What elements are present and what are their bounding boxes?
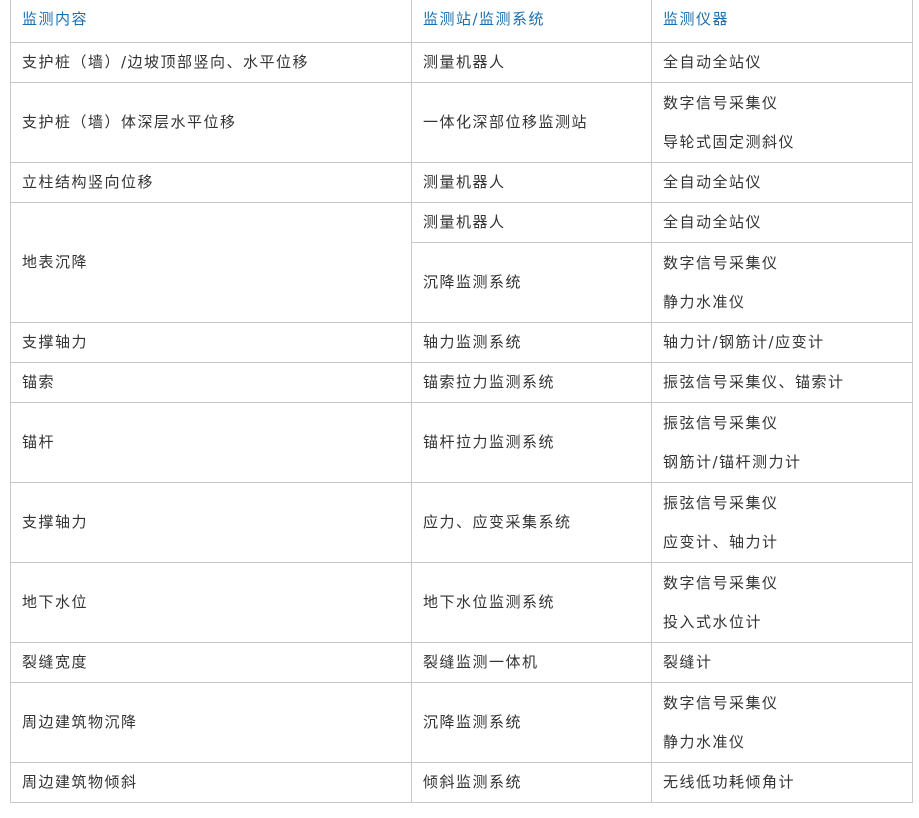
instrument-item: 全自动全站仪 <box>663 53 763 71</box>
instrument-item: 静力水准仪 <box>663 732 746 751</box>
cell-station: 锚杆拉力监测系统 <box>411 402 652 483</box>
cell-station: 沉降监测系统 <box>411 682 652 763</box>
cell-content: 锚索 <box>10 362 412 403</box>
cell-station: 测量机器人 <box>411 202 652 243</box>
table-row: 支护桩（墙）/边坡顶部竖向、水平位移 测量机器人 全自动全站仪 <box>10 42 913 83</box>
cell-instrument: 振弦信号采集仪 钢筋计/锚杆测力计 <box>651 402 913 483</box>
cell-station: 沉降监测系统 <box>411 242 652 323</box>
instrument-item: 振弦信号采集仪、锚索计 <box>663 373 845 391</box>
cell-instrument: 数字信号采集仪 静力水准仪 <box>651 682 913 763</box>
cell-content: 支护桩（墙）/边坡顶部竖向、水平位移 <box>10 42 412 83</box>
instrument-item: 静力水准仪 <box>663 292 746 311</box>
monitoring-table-container: 监测内容 监测站/监测系统 监测仪器 支护桩（墙）/边坡顶部竖向、水平位移 测量… <box>10 0 913 803</box>
header-content: 监测内容 <box>10 0 412 43</box>
instrument-item: 全自动全站仪 <box>663 173 763 191</box>
header-station: 监测站/监测系统 <box>411 0 652 43</box>
cell-content: 锚杆 <box>10 402 412 483</box>
monitoring-table: 监测内容 监测站/监测系统 监测仪器 支护桩（墙）/边坡顶部竖向、水平位移 测量… <box>10 0 913 803</box>
cell-instrument: 无线低功耗倾角计 <box>651 762 913 803</box>
instrument-item: 振弦信号采集仪 <box>663 413 779 432</box>
instrument-item: 数字信号采集仪 <box>663 573 779 592</box>
instrument-item: 数字信号采集仪 <box>663 93 779 112</box>
cell-instrument: 全自动全站仪 <box>651 42 913 83</box>
instrument-item: 数字信号采集仪 <box>663 693 779 712</box>
cell-instrument: 振弦信号采集仪 应变计、轴力计 <box>651 482 913 563</box>
cell-station: 倾斜监测系统 <box>411 762 652 803</box>
instrument-item: 无线低功耗倾角计 <box>663 773 796 791</box>
cell-station: 应力、应变采集系统 <box>411 482 652 563</box>
cell-instrument: 裂缝计 <box>651 642 913 683</box>
cell-station: 轴力监测系统 <box>411 322 652 363</box>
table-row: 地下水位 地下水位监测系统 数字信号采集仪 投入式水位计 <box>10 562 913 643</box>
instrument-item: 数字信号采集仪 <box>663 253 779 272</box>
cell-content: 周边建筑物沉降 <box>10 682 412 763</box>
cell-station: 裂缝监测一体机 <box>411 642 652 683</box>
table-row: 锚索 锚索拉力监测系统 振弦信号采集仪、锚索计 <box>10 362 913 403</box>
table-header-row: 监测内容 监测站/监测系统 监测仪器 <box>10 0 913 43</box>
instrument-item: 全自动全站仪 <box>663 213 763 231</box>
cell-station: 测量机器人 <box>411 42 652 83</box>
cell-station: 锚索拉力监测系统 <box>411 362 652 403</box>
cell-content: 支撑轴力 <box>10 482 412 563</box>
cell-instrument: 全自动全站仪 <box>651 162 913 203</box>
cell-content: 周边建筑物倾斜 <box>10 762 412 803</box>
cell-content: 立柱结构竖向位移 <box>10 162 412 203</box>
cell-station: 地下水位监测系统 <box>411 562 652 643</box>
table-row: 支护桩（墙）体深层水平位移 一体化深部位移监测站 数字信号采集仪 导轮式固定测斜… <box>10 82 913 163</box>
cell-station: 测量机器人 <box>411 162 652 203</box>
cell-instrument: 数字信号采集仪 静力水准仪 <box>651 242 913 323</box>
table-row: 支撑轴力 轴力监测系统 轴力计/钢筋计/应变计 <box>10 322 913 363</box>
instrument-item: 裂缝计 <box>663 653 713 671</box>
instrument-item: 投入式水位计 <box>663 612 763 631</box>
cell-content: 地下水位 <box>10 562 412 643</box>
cell-instrument: 振弦信号采集仪、锚索计 <box>651 362 913 403</box>
table-row: 裂缝宽度 裂缝监测一体机 裂缝计 <box>10 642 913 683</box>
table-row: 支撑轴力 应力、应变采集系统 振弦信号采集仪 应变计、轴力计 <box>10 482 913 563</box>
instrument-item: 钢筋计/锚杆测力计 <box>663 452 802 471</box>
cell-instrument: 数字信号采集仪 投入式水位计 <box>651 562 913 643</box>
table-row: 锚杆 锚杆拉力监测系统 振弦信号采集仪 钢筋计/锚杆测力计 <box>10 402 913 483</box>
cell-instrument: 数字信号采集仪 导轮式固定测斜仪 <box>651 82 913 163</box>
table-row: 周边建筑物倾斜 倾斜监测系统 无线低功耗倾角计 <box>10 762 913 803</box>
header-instrument: 监测仪器 <box>651 0 913 43</box>
instrument-item: 应变计、轴力计 <box>663 532 779 551</box>
table-row: 周边建筑物沉降 沉降监测系统 数字信号采集仪 静力水准仪 <box>10 682 913 763</box>
cell-content: 支护桩（墙）体深层水平位移 <box>10 82 412 163</box>
cell-instrument: 全自动全站仪 <box>651 202 913 243</box>
cell-content: 支撑轴力 <box>10 322 412 363</box>
table-row: 地表沉降 测量机器人 全自动全站仪 <box>10 202 913 323</box>
cell-content: 地表沉降 <box>10 202 412 323</box>
cell-instrument: 轴力计/钢筋计/应变计 <box>651 322 913 363</box>
instrument-item: 振弦信号采集仪 <box>663 493 779 512</box>
instrument-item: 轴力计/钢筋计/应变计 <box>663 333 825 351</box>
instrument-item: 导轮式固定测斜仪 <box>663 132 796 151</box>
cell-content: 裂缝宽度 <box>10 642 412 683</box>
table-row: 立柱结构竖向位移 测量机器人 全自动全站仪 <box>10 162 913 203</box>
cell-station: 一体化深部位移监测站 <box>411 82 652 163</box>
